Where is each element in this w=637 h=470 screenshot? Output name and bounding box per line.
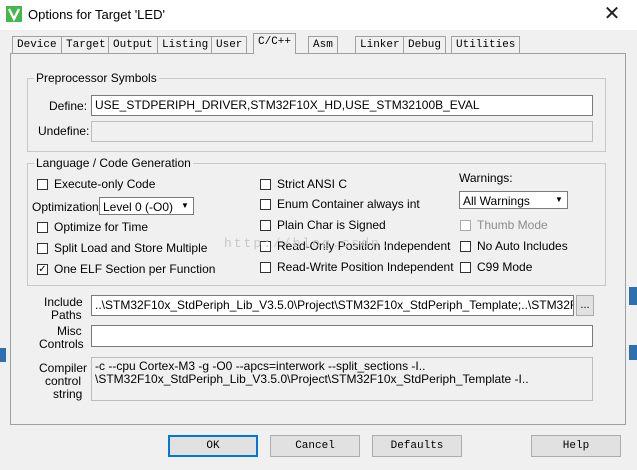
- include-paths-field[interactable]: ..\STM32F10x_StdPeriph_Lib_V3.5.0\Projec…: [91, 295, 574, 316]
- background-window-fragment: [0, 348, 6, 362]
- tab-user[interactable]: User: [211, 36, 248, 53]
- tab-target[interactable]: Target: [61, 36, 111, 53]
- cancel-button[interactable]: Cancel: [270, 435, 360, 457]
- thumb-mode-label: Thumb Mode: [477, 218, 548, 232]
- compiler-control-label-3: string: [53, 387, 83, 401]
- enum-container-label: Enum Container always int: [277, 197, 420, 211]
- background-window-fragment: [629, 345, 637, 360]
- tab-asm[interactable]: Asm: [308, 36, 338, 53]
- title-bar[interactable]: Options for Target 'LED' ✕: [0, 0, 637, 30]
- plain-char-checkbox[interactable]: [260, 220, 271, 231]
- optimization-label: Optimization:: [32, 200, 103, 214]
- warnings-select[interactable]: All Warnings ▼: [459, 191, 568, 209]
- defaults-button[interactable]: Defaults: [372, 435, 462, 457]
- plain-char-label: Plain Char is Signed: [277, 218, 386, 232]
- misc-controls-field[interactable]: [91, 325, 593, 347]
- tab-c-cpp[interactable]: C/C++: [253, 33, 297, 54]
- execute-only-label: Execute-only Code: [54, 177, 156, 191]
- read-write-pi-checkbox[interactable]: [260, 262, 271, 273]
- one-elf-label: One ELF Section per Function: [54, 262, 216, 276]
- undefine-field[interactable]: [91, 121, 593, 142]
- tab-utilities[interactable]: Utilities: [451, 36, 521, 53]
- split-load-checkbox[interactable]: [37, 243, 48, 254]
- misc-controls-label-1: Misc: [57, 324, 82, 338]
- chevron-down-icon: ▼: [181, 201, 189, 210]
- enum-container-checkbox[interactable]: [260, 199, 271, 210]
- include-paths-label-2: Paths: [51, 308, 82, 322]
- tab-device[interactable]: Device: [12, 36, 62, 53]
- define-label: Define:: [49, 99, 88, 113]
- warnings-label: Warnings:: [459, 171, 513, 185]
- background-window-fragment: [629, 287, 637, 305]
- close-icon[interactable]: ✕: [598, 2, 626, 26]
- optimize-time-checkbox[interactable]: [37, 222, 48, 233]
- no-auto-includes-label: No Auto Includes: [477, 239, 568, 253]
- no-auto-includes-checkbox[interactable]: [460, 241, 471, 252]
- c99-mode-label: C99 Mode: [477, 260, 533, 274]
- tab-linker[interactable]: Linker: [355, 36, 405, 53]
- compiler-control-line-2: \STM32F10x_StdPeriph_Lib_V3.5.0\Project\…: [95, 372, 529, 386]
- optimization-value: Level 0 (-O0): [103, 200, 174, 214]
- ok-button[interactable]: OK: [168, 435, 258, 457]
- execute-only-checkbox[interactable]: [37, 179, 48, 190]
- window-title: Options for Target 'LED': [28, 7, 165, 22]
- c99-mode-checkbox[interactable]: [460, 262, 471, 273]
- include-paths-label-1: Include: [44, 295, 83, 309]
- optimization-select[interactable]: Level 0 (-O0) ▼: [99, 197, 194, 215]
- strict-ansi-label: Strict ANSI C: [277, 177, 348, 191]
- tab-debug[interactable]: Debug: [403, 36, 447, 53]
- misc-controls-label-2: Controls: [39, 337, 84, 351]
- thumb-mode-checkbox[interactable]: [460, 220, 471, 231]
- read-write-pi-label: Read-Write Position Independent: [277, 260, 454, 274]
- warnings-value: All Warnings: [463, 194, 530, 208]
- browse-include-button[interactable]: ...: [576, 295, 594, 316]
- undefine-label: Undefine:: [38, 124, 90, 138]
- optimize-time-label: Optimize for Time: [54, 220, 149, 234]
- compiler-control-label-2: control: [45, 374, 82, 388]
- preprocessor-legend: Preprocessor Symbols: [34, 71, 159, 85]
- compiler-control-field[interactable]: -c --cpu Cortex-M3 -g -O0 --apcs=interwo…: [91, 357, 593, 401]
- help-button[interactable]: Help: [531, 435, 621, 457]
- one-elf-checkbox[interactable]: ✓: [37, 264, 48, 275]
- language-legend: Language / Code Generation: [34, 156, 193, 170]
- keil-v-icon: [6, 6, 22, 22]
- chevron-down-icon: ▼: [555, 195, 563, 204]
- tab-output[interactable]: Output: [108, 36, 158, 53]
- define-field[interactable]: USE_STDPERIPH_DRIVER,STM32F10X_HD,USE_ST…: [91, 95, 593, 116]
- tab-listing[interactable]: Listing: [157, 36, 214, 53]
- split-load-label: Split Load and Store Multiple: [54, 241, 208, 255]
- watermark: http://blog.csdn.: [224, 236, 391, 251]
- compiler-control-label-1: Compiler: [39, 361, 88, 375]
- strict-ansi-checkbox[interactable]: [260, 179, 271, 190]
